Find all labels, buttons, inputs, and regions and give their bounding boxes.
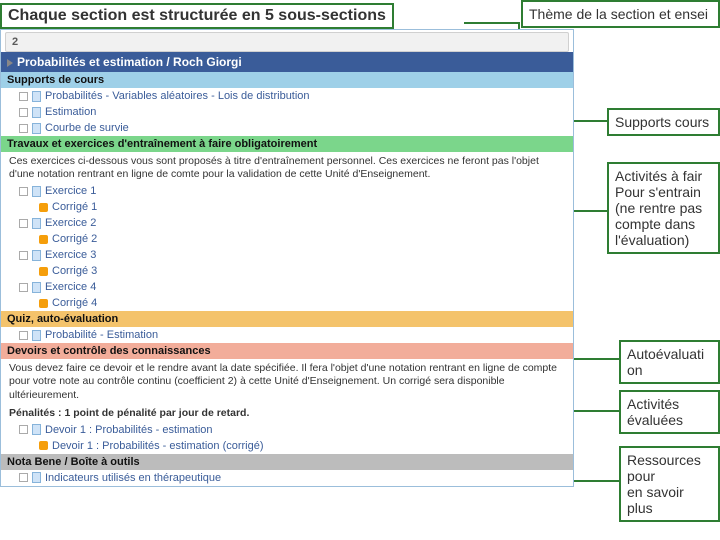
checkbox-icon: [19, 283, 28, 292]
devoir-corrige-link-label: Devoir 1 : Probabilités - estimation (co…: [52, 440, 264, 452]
devoirs-description: Vous devez faire ce devoir et le rendre …: [1, 359, 573, 403]
checkbox-icon: [19, 187, 28, 196]
checkbox-icon: [19, 251, 28, 260]
quiz-link[interactable]: Probabilité - Estimation: [1, 327, 573, 343]
chevron-right-icon: [7, 59, 13, 67]
corrige-link-label: Corrigé 3: [52, 265, 97, 277]
subsection-supports: Supports de cours: [1, 72, 573, 88]
exercice-link-label: Exercice 1: [45, 185, 96, 197]
resource-link[interactable]: Probabilités - Variables aléatoires - Lo…: [1, 88, 573, 104]
label-activites-entrainement: Activités à fair Pour s'entrain (ne rent…: [607, 162, 720, 254]
subsection-devoirs: Devoirs et contrôle des connaissances: [1, 343, 573, 359]
label-activites-evaluees: Activités évaluées: [619, 390, 720, 434]
page-icon: [32, 472, 41, 483]
connector: [574, 358, 619, 360]
toolbox-link-label: Indicateurs utilisés en thérapeutique: [45, 472, 221, 484]
exercice-link-label: Exercice 3: [45, 249, 96, 261]
subsection-nb: Nota Bene / Boîte à outils: [1, 454, 573, 470]
corrige-link[interactable]: Corrigé 2: [1, 231, 573, 247]
page-icon: [32, 282, 41, 293]
exercice-link[interactable]: Exercice 1: [1, 183, 573, 199]
label-autoevaluation: Autoévaluati on: [619, 340, 720, 384]
checkbox-icon: [19, 331, 28, 340]
exercice-link[interactable]: Exercice 2: [1, 215, 573, 231]
resource-link[interactable]: Courbe de survie: [1, 120, 573, 136]
resource-link-label: Courbe de survie: [45, 122, 129, 134]
connector: [574, 480, 619, 482]
corrige-link[interactable]: Corrigé 3: [1, 263, 573, 279]
devoirs-penalites: Pénalités : 1 point de pénalité par jour…: [1, 404, 573, 422]
travaux-description: Ces exercices ci-dessous vous sont propo…: [1, 152, 573, 183]
page-icon: [32, 218, 41, 229]
label-ressources: Ressources pour en savoir plus: [619, 446, 720, 522]
devoir-link-label: Devoir 1 : Probabilités - estimation: [45, 424, 213, 436]
subsection-quiz: Quiz, auto-évaluation: [1, 311, 573, 327]
exercice-link[interactable]: Exercice 3: [1, 247, 573, 263]
resource-link-label: Probabilités - Variables aléatoires - Lo…: [45, 90, 310, 102]
exercice-link-label: Exercice 2: [45, 217, 96, 229]
corrige-icon: [39, 441, 48, 450]
corrige-icon: [39, 203, 48, 212]
connector: [464, 22, 520, 24]
checkbox-icon: [19, 108, 28, 117]
corrige-icon: [39, 235, 48, 244]
page-icon: [32, 250, 41, 261]
exercice-link-label: Exercice 4: [45, 281, 96, 293]
resource-link-label: Estimation: [45, 106, 96, 118]
devoir-link[interactable]: Devoir 1 : Probabilités - estimation: [1, 422, 573, 438]
corrige-link-label: Corrigé 1: [52, 201, 97, 213]
page-icon: [32, 91, 41, 102]
section-header-text: Probabilités et estimation / Roch Giorgi: [17, 55, 242, 69]
page-icon: [32, 424, 41, 435]
label-theme: Thème de la section et ensei: [521, 0, 720, 28]
toolbox-link[interactable]: Indicateurs utilisés en thérapeutique: [1, 470, 573, 486]
page-icon: [32, 123, 41, 134]
corrige-link-label: Corrigé 4: [52, 297, 97, 309]
course-panel: 2 Probabilités et estimation / Roch Gior…: [0, 29, 574, 487]
connector: [574, 120, 607, 122]
resource-link[interactable]: Estimation: [1, 104, 573, 120]
connector: [574, 210, 607, 212]
page-icon: [32, 107, 41, 118]
section-header: Probabilités et estimation / Roch Giorgi: [1, 52, 573, 72]
corrige-link[interactable]: Corrigé 1: [1, 199, 573, 215]
corrige-link[interactable]: Corrigé 4: [1, 295, 573, 311]
checkbox-icon: [19, 219, 28, 228]
page-icon: [32, 330, 41, 341]
section-collapser[interactable]: 2: [5, 32, 569, 52]
corrige-link-label: Corrigé 2: [52, 233, 97, 245]
connector: [574, 410, 619, 412]
checkbox-icon: [19, 92, 28, 101]
subsection-travaux: Travaux et exercices d'entraînement à fa…: [1, 136, 573, 152]
corrige-icon: [39, 267, 48, 276]
checkbox-icon: [19, 473, 28, 482]
page-title: Chaque section est structurée en 5 sous-…: [0, 3, 394, 29]
page-icon: [32, 186, 41, 197]
checkbox-icon: [19, 425, 28, 434]
devoir-corrige-link[interactable]: Devoir 1 : Probabilités - estimation (co…: [1, 438, 573, 454]
exercice-link[interactable]: Exercice 4: [1, 279, 573, 295]
checkbox-icon: [19, 124, 28, 133]
quiz-link-label: Probabilité - Estimation: [45, 329, 158, 341]
corrige-icon: [39, 299, 48, 308]
label-supports: Supports cours: [607, 108, 720, 136]
